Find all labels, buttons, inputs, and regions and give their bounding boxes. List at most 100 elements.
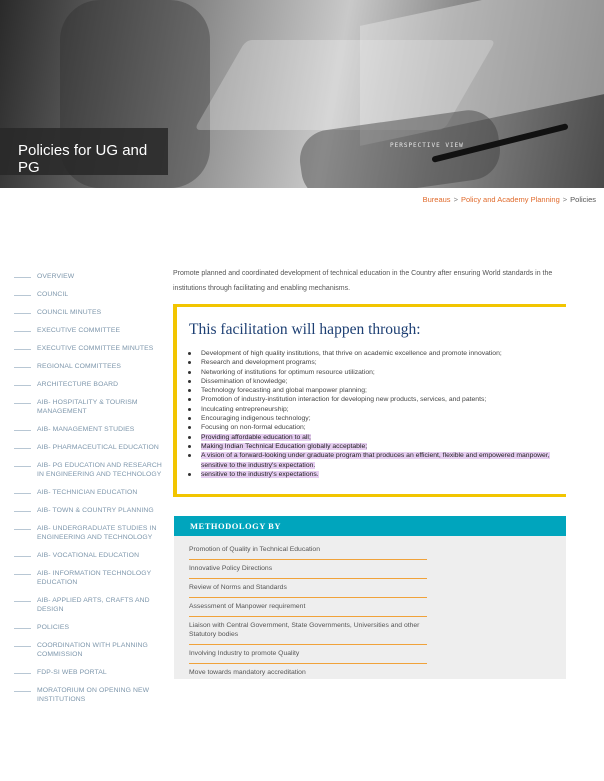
sidebar-item-label[interactable]: EXECUTIVE COMMITTEE MINUTES	[37, 344, 153, 353]
sidebar-item[interactable]: AIB- TECHNICIAN EDUCATION	[14, 488, 162, 497]
sidebar-dash	[14, 556, 31, 557]
sidebar-item-label[interactable]: AIB- TECHNICIAN EDUCATION	[37, 488, 137, 497]
methodology-item: Move towards mandatory accreditation	[189, 669, 306, 676]
sidebar-dash	[14, 691, 31, 692]
facilitation-item: Encouraging indigenous technology;	[185, 414, 557, 423]
facilitation-item-text: Technology forecasting and global manpow…	[201, 387, 367, 395]
methodology-list: Promotion of Quality in Technical Educat…	[174, 536, 566, 682]
sidebar-item-label[interactable]: AIB- INFORMATION TECHNOLOGY EDUCATION	[37, 569, 162, 587]
methodology-item: Involving Industry to promote Quality	[189, 649, 427, 664]
sidebar-item-label[interactable]: AIB- HOSPITALITY & TOURISM MANAGEMENT	[37, 398, 162, 416]
facilitation-item-text: sensitive to the industry's expectations…	[201, 470, 319, 478]
page-title: Policies for UG and PG	[18, 142, 148, 176]
sidebar-item-label[interactable]: MORATORIUM ON OPENING NEW INSTITUTIONS	[37, 686, 162, 704]
sidebar-item[interactable]: POLICIES	[14, 623, 162, 632]
sidebar-item-label[interactable]: FDP-SI WEB PORTAL	[37, 668, 107, 677]
methodology-item: Promotion of Quality in Technical Educat…	[189, 545, 427, 560]
sidebar-item-label[interactable]: COUNCIL MINUTES	[37, 308, 101, 317]
facilitation-item: A vision of a forward-looking under grad…	[185, 451, 557, 470]
sidebar-item[interactable]: AIB- UNDERGRADUATE STUDIES IN ENGINEERIN…	[14, 524, 162, 542]
sidebar-dash	[14, 511, 31, 512]
sidebar-item[interactable]: COUNCIL MINUTES	[14, 308, 162, 317]
breadcrumb-separator: >	[453, 195, 458, 204]
sidebar-item[interactable]: AIB- APPLIED ARTS, CRAFTS AND DESIGN	[14, 596, 162, 614]
sidebar-dash	[14, 367, 31, 368]
methodology-item: Innovative Policy Directions	[189, 564, 427, 579]
facilitation-item: Networking of institutions for optimum r…	[185, 368, 557, 377]
sidebar-item-label[interactable]: REGIONAL COMMITTEES	[37, 362, 121, 371]
sidebar-item[interactable]: MORATORIUM ON OPENING NEW INSTITUTIONS	[14, 686, 162, 704]
sidebar-item[interactable]: AIB- PG EDUCATION AND RESEARCH IN ENGINE…	[14, 461, 162, 479]
facilitation-item-text: Dissemination of knowledge;	[201, 377, 288, 385]
sidebar-item-label[interactable]: AIB- MANAGEMENT STUDIES	[37, 425, 134, 434]
facilitation-item-text: Focusing on non-formal education;	[201, 424, 306, 432]
sidebar-item[interactable]: EXECUTIVE COMMITTEE MINUTES	[14, 344, 162, 353]
facilitation-item-text: A vision of a forward-looking under grad…	[201, 452, 550, 469]
sidebar-dash	[14, 601, 31, 602]
facilitation-item-text: Encouraging indigenous technology;	[201, 415, 311, 423]
methodology-heading: METHODOLOGY BY	[174, 516, 566, 536]
sidebar-item-label[interactable]: ARCHITECTURE BOARD	[37, 380, 118, 389]
sidebar-item[interactable]: AIB- TOWN & COUNTRY PLANNING	[14, 506, 162, 515]
sidebar-item-label[interactable]: AIB- TOWN & COUNTRY PLANNING	[37, 506, 154, 515]
sidebar-dash	[14, 385, 31, 386]
facilitation-item: Development of high quality institutions…	[185, 349, 557, 358]
intro-text: Promote planned and coordinated developm…	[173, 270, 553, 292]
sidebar-item-label[interactable]: COORDINATION WITH PLANNING COMMISSION	[37, 641, 162, 659]
sidebar-item-label[interactable]: AIB- VOCATIONAL EDUCATION	[37, 551, 139, 560]
sidebar-item-label[interactable]: AIB- PG EDUCATION AND RESEARCH IN ENGINE…	[37, 461, 162, 479]
breadcrumb-policy-planning[interactable]: Policy and Academy Planning	[461, 195, 560, 204]
facilitation-item-text: Making Indian Technical Education global…	[201, 442, 368, 450]
sidebar-item[interactable]: AIB- MANAGEMENT STUDIES	[14, 425, 162, 434]
sidebar-dash	[14, 673, 31, 674]
sidebar-item[interactable]: AIB- PHARMACEUTICAL EDUCATION	[14, 443, 162, 452]
sidebar-item-label[interactable]: OVERVIEW	[37, 272, 74, 281]
facilitation-list: Development of high quality institutions…	[185, 349, 557, 479]
sidebar-item[interactable]: FDP-SI WEB PORTAL	[14, 668, 162, 677]
sidebar-item[interactable]: AIB- VOCATIONAL EDUCATION	[14, 551, 162, 560]
facilitation-item: Providing affordable education to all;	[185, 433, 557, 442]
sidebar-item[interactable]: ARCHITECTURE BOARD	[14, 380, 162, 389]
sidebar-dash	[14, 331, 31, 332]
sidebar-dash	[14, 628, 31, 629]
facilitation-box: This facilitation will happen through: D…	[173, 304, 566, 497]
sidebar-item[interactable]: EXECUTIVE COMMITTEE	[14, 326, 162, 335]
sidebar-dash	[14, 574, 31, 575]
sidebar-dash	[14, 493, 31, 494]
facilitation-item: sensitive to the industry's expectations…	[185, 470, 557, 479]
sidebar-dash	[14, 349, 31, 350]
sidebar-item-label[interactable]: COUNCIL	[37, 290, 68, 299]
sidebar-item-label[interactable]: AIB- PHARMACEUTICAL EDUCATION	[37, 443, 159, 452]
breadcrumb-current: Policies	[570, 195, 596, 204]
sidebar-item[interactable]: AIB- INFORMATION TECHNOLOGY EDUCATION	[14, 569, 162, 587]
sidebar-item[interactable]: COORDINATION WITH PLANNING COMMISSION	[14, 641, 162, 659]
sidebar-item-label[interactable]: AIB- UNDERGRADUATE STUDIES IN ENGINEERIN…	[37, 524, 162, 542]
breadcrumb-bureaus[interactable]: Bureaus	[423, 195, 451, 204]
methodology-item: Liaison with Central Government, State G…	[189, 621, 427, 645]
sidebar-dash	[14, 448, 31, 449]
sidebar-item-label[interactable]: AIB- APPLIED ARTS, CRAFTS AND DESIGN	[37, 596, 162, 614]
facilitation-item-text: Networking of institutions for optimum r…	[201, 368, 375, 376]
methodology-box: METHODOLOGY BY Promotion of Quality in T…	[174, 516, 566, 679]
facilitation-item: Making Indian Technical Education global…	[185, 442, 557, 451]
facilitation-item: Technology forecasting and global manpow…	[185, 386, 557, 395]
sidebar-item[interactable]: REGIONAL COMMITTEES	[14, 362, 162, 371]
methodology-item: Review of Norms and Standards	[189, 583, 427, 598]
sidebar-item[interactable]: OVERVIEW	[14, 272, 162, 281]
sidebar-item[interactable]: AIB- HOSPITALITY & TOURISM MANAGEMENT	[14, 398, 162, 416]
sidebar-dash	[14, 295, 31, 296]
facilitation-item-text: Research and development programs;	[201, 359, 317, 367]
facilitation-item: Promotion of industry-institution intera…	[185, 395, 557, 404]
facilitation-item: Dissemination of knowledge;	[185, 377, 557, 386]
sidebar-item[interactable]: COUNCIL	[14, 290, 162, 299]
sidebar-dash	[14, 646, 31, 647]
sidebar-item-label[interactable]: POLICIES	[37, 623, 69, 632]
facilitation-item-text: Inculcating entrepreneurship;	[201, 405, 289, 413]
sidebar-dash	[14, 277, 31, 278]
facilitation-item: Inculcating entrepreneurship;	[185, 405, 557, 414]
hero-banner: PERSPECTIVE VIEW Policies for UG and PG	[0, 0, 604, 188]
sidebar-item-label[interactable]: EXECUTIVE COMMITTEE	[37, 326, 120, 335]
sidebar-dash	[14, 430, 31, 431]
methodology-item: Assessment of Manpower requirement	[189, 602, 427, 617]
sidebar-dash	[14, 529, 31, 530]
